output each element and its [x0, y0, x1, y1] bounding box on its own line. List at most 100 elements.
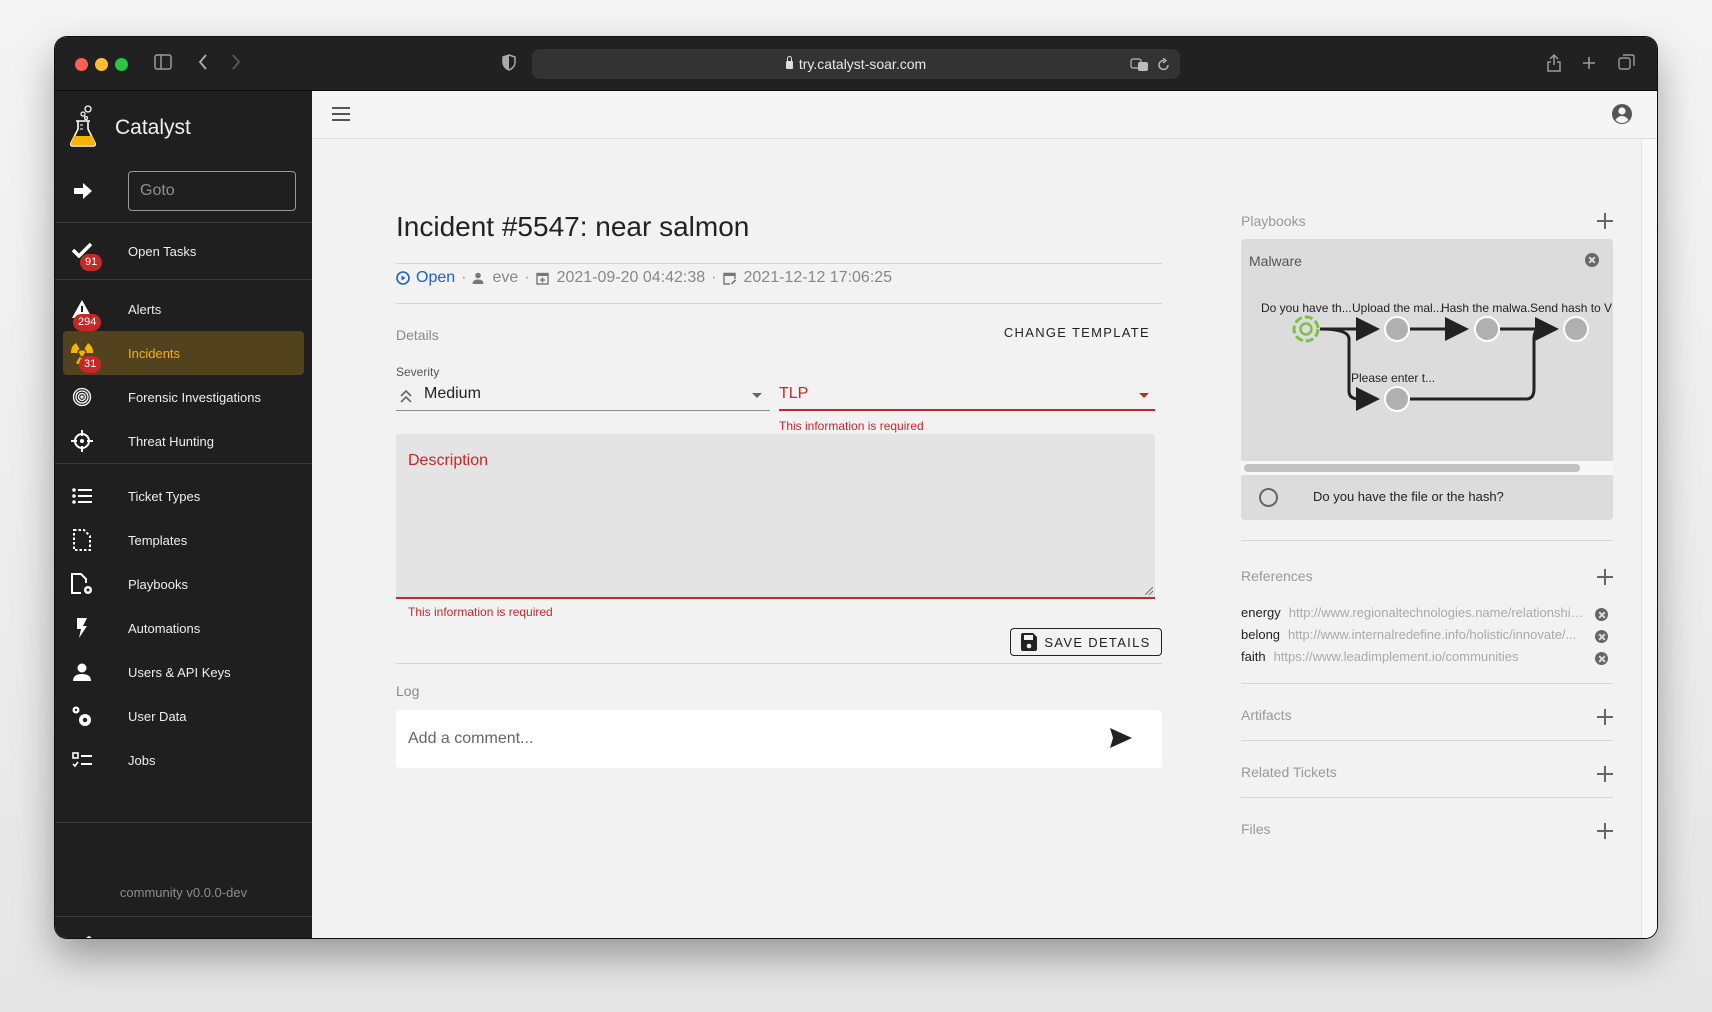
sidebar-item-forensic-investigations[interactable]: Forensic Investigations [55, 375, 312, 419]
add-file-button[interactable] [1597, 823, 1613, 839]
add-related-ticket-button[interactable] [1597, 766, 1613, 782]
owner-name[interactable]: eve [492, 269, 518, 287]
sidebar-item-label: Users & API Keys [128, 664, 231, 680]
nav-group-tasks: 91 Open Tasks [55, 223, 312, 279]
tlp-select[interactable]: TLP [779, 381, 1155, 411]
graph-node[interactable] [1563, 316, 1589, 342]
share-icon[interactable] [1547, 53, 1561, 76]
sidebar-item-threat-hunting[interactable]: Threat Hunting [55, 419, 312, 463]
references-title: References [1241, 568, 1313, 584]
reference-link[interactable]: http://www.regionaltechnologies.name/rel… [1289, 605, 1589, 620]
page-scrollbar[interactable] [1641, 139, 1657, 938]
file-cog-icon [71, 573, 93, 595]
sidebar-divider [55, 822, 312, 823]
maximize-window-button[interactable] [115, 58, 128, 71]
chevron-down-icon [752, 393, 762, 398]
graph-node[interactable] [1474, 316, 1500, 342]
reference-row: belong http://www.internalredefine.info/h… [1241, 627, 1613, 647]
page-title: Incident #5547: near salmon [396, 211, 750, 242]
divider [396, 263, 1162, 264]
sidebar-item-label: User Data [128, 708, 187, 724]
brand-name: Catalyst [115, 116, 191, 139]
tlp-error: This information is required [779, 419, 924, 433]
sidebar-toggle-icon[interactable] [154, 54, 172, 74]
new-tab-icon[interactable] [1582, 54, 1596, 74]
resize-handle-icon[interactable] [1145, 587, 1153, 595]
reload-icon[interactable] [1154, 56, 1170, 71]
play-circle-icon [396, 271, 410, 285]
close-window-button[interactable] [75, 58, 88, 71]
add-playbook-button[interactable] [1597, 213, 1613, 229]
floppy-disk-icon [1021, 633, 1038, 651]
reference-link[interactable]: http://www.internalredefine.info/holisti… [1288, 627, 1576, 642]
sidebar-item-label: Automations [128, 620, 201, 636]
sidebar-item-label: Threat Hunting [128, 433, 214, 449]
comment-input[interactable] [408, 726, 1088, 752]
change-template-button[interactable]: CHANGE TEMPLATE [1004, 325, 1150, 340]
sidebar-item-automations[interactable]: Automations [55, 606, 312, 650]
sidebar-item-user-data[interactable]: User Data [55, 694, 312, 738]
separator: · [461, 269, 467, 286]
graph-scrollbar[interactable] [1241, 461, 1613, 475]
sidebar-divider [55, 463, 312, 464]
ticket-meta: Open · eve · 2021-09-20 04:42:38 · 2021-… [396, 269, 892, 287]
forward-icon[interactable] [231, 54, 241, 74]
playbook-graph: Do you have th... Upload the mal... Hash… [1261, 301, 1612, 412]
remove-reference-button[interactable] [1595, 630, 1608, 643]
created-timestamp: 2021-09-20 04:42:38 [556, 269, 706, 286]
browser-titlebar: try.catalyst-soar.com [55, 37, 1657, 91]
list-icon [71, 485, 93, 507]
sidebar-item-playbooks[interactable]: Playbooks [55, 562, 312, 606]
reference-name: faith [1241, 649, 1266, 664]
brand[interactable]: Catalyst [69, 103, 191, 153]
add-artifact-button[interactable] [1597, 709, 1613, 725]
graph-node-label: Hash the malwa. [1441, 301, 1530, 315]
graph-scrollbar-thumb[interactable] [1244, 464, 1580, 472]
task-complete-radio[interactable] [1259, 488, 1278, 507]
graph-node-active[interactable] [1292, 315, 1320, 343]
address-bar[interactable]: try.catalyst-soar.com [532, 49, 1180, 79]
cogs-icon [71, 705, 93, 727]
chevron-down-icon [1139, 393, 1149, 398]
remove-playbook-button[interactable] [1585, 253, 1599, 267]
sidebar-item-label: Templates [128, 532, 188, 548]
send-icon[interactable] [1110, 728, 1132, 748]
account-circle-icon[interactable] [1611, 103, 1633, 125]
lock-icon [785, 56, 793, 69]
back-icon[interactable] [198, 54, 208, 74]
calendar-edit-icon [722, 271, 736, 285]
menu-icon[interactable] [332, 107, 350, 121]
divider [1241, 740, 1613, 741]
arrow-right-icon[interactable] [73, 182, 93, 202]
reference-link[interactable]: https://www.leadimplement.io/communities [1274, 649, 1519, 664]
sidebar-item-users-api-keys[interactable]: Users & API Keys [55, 650, 312, 694]
sidebar-item-jobs[interactable]: Jobs [55, 738, 312, 782]
severity-label: Severity [396, 365, 440, 379]
sidebar-item-ticket-types[interactable]: Ticket Types [55, 474, 312, 518]
sidebar-item-templates[interactable]: Templates [55, 518, 312, 562]
remove-reference-button[interactable] [1595, 652, 1608, 665]
sidebar-item-open-tasks[interactable]: 91 Open Tasks [55, 223, 312, 279]
graph-node[interactable] [1384, 316, 1410, 342]
severity-value: Medium [424, 385, 481, 402]
status-badge[interactable]: Open [416, 269, 455, 287]
tab-overview-icon[interactable] [1618, 54, 1635, 75]
add-reference-button[interactable] [1597, 569, 1613, 585]
graph-node[interactable] [1384, 386, 1410, 412]
goto-input[interactable] [128, 171, 296, 211]
graph-node-label: Send hash to V [1530, 301, 1612, 315]
sidebar-item-alerts[interactable]: 294 Alerts [55, 287, 312, 331]
remove-reference-button[interactable] [1595, 608, 1608, 621]
description-textarea[interactable]: Description [396, 434, 1155, 599]
minimize-window-button[interactable] [95, 58, 108, 71]
reference-name: belong [1241, 627, 1281, 642]
checklist-icon [71, 749, 93, 771]
sidebar-item-incidents[interactable]: 31 Incidents [63, 331, 304, 375]
save-details-button[interactable]: SAVE DETAILS [1010, 628, 1162, 656]
privacy-shield-icon[interactable] [502, 54, 516, 75]
file-dashed-icon [71, 529, 93, 551]
reference-row: energy http://www.regionaltechnologies.na… [1241, 605, 1613, 625]
sidebar-item-api-documentation[interactable]: API Documentation [55, 916, 312, 938]
severity-select[interactable]: Medium [396, 381, 770, 411]
translate-icon[interactable] [1130, 56, 1154, 71]
